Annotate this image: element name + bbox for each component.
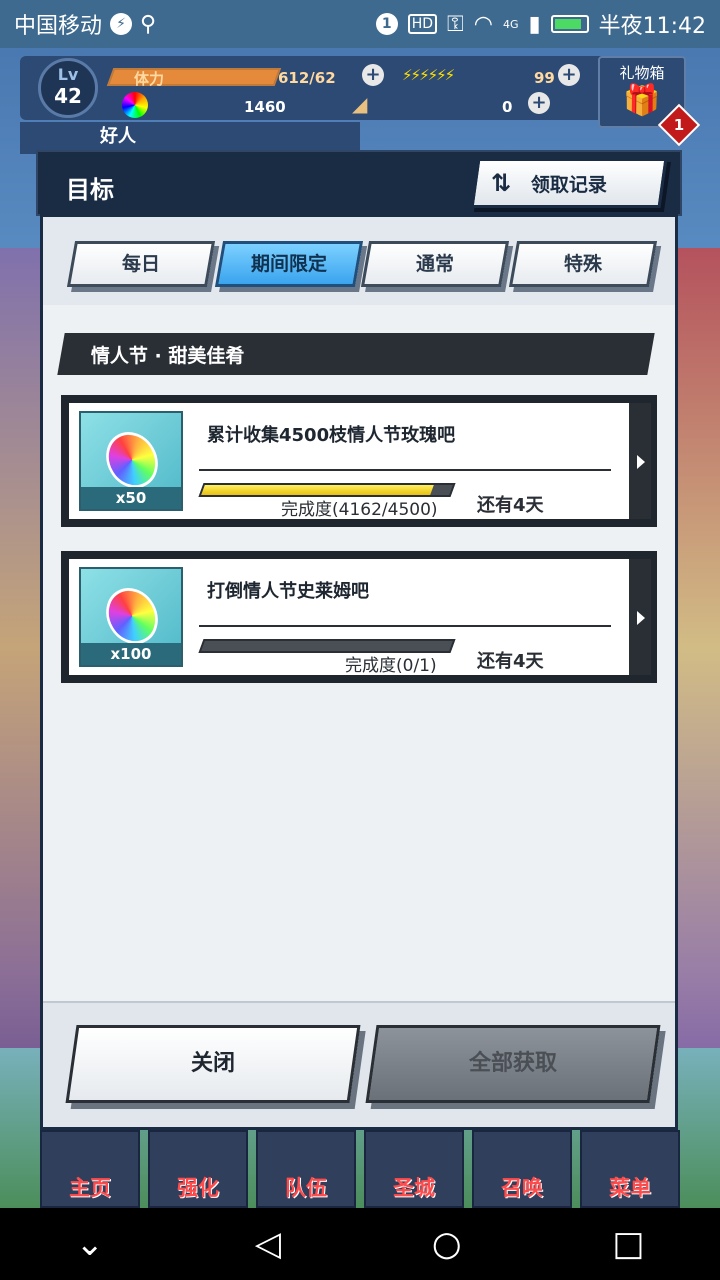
nav-holy-city[interactable]: 圣城 — [364, 1130, 464, 1208]
mission-item[interactable]: x50 累计收集4500枝情人节玫瑰吧 完成度(4162/4500) 还有4天 — [61, 395, 657, 527]
chevron-down-icon[interactable]: ⌄ — [75, 1224, 104, 1264]
chevron-right-icon[interactable] — [629, 559, 651, 675]
usb-icon: ⚲ — [140, 11, 157, 37]
reward-quantity: x50 — [81, 487, 181, 509]
progress-text: 完成度(4162/4500) — [281, 500, 438, 520]
nav-enhance[interactable]: 强化 — [148, 1130, 248, 1208]
chevron-right-icon[interactable] — [629, 403, 651, 519]
system-nav-bar: ⌄ ◁ ○ □ — [0, 1208, 720, 1280]
level-label: Lv — [57, 65, 79, 84]
claim-history-label: 领取记录 — [531, 173, 608, 196]
stamina-bar — [106, 68, 282, 86]
add-tickets-button[interactable]: + — [528, 92, 550, 114]
mission-card: x50 累计收集4500枝情人节玫瑰吧 完成度(4162/4500) 还有4天 — [69, 403, 629, 520]
divider — [199, 625, 611, 627]
mission-item[interactable]: x100 打倒情人节史莱姆吧 完成度(0/1) 还有4天 — [61, 551, 657, 683]
character-art-left — [0, 248, 40, 1048]
player-status-bar — [20, 56, 680, 120]
wifi-icon: ◠ — [473, 11, 493, 37]
stamina-label: 体力 — [134, 70, 165, 88]
refresh-icon: ⇅ — [491, 169, 512, 197]
bolt-value: 99 — [534, 69, 555, 87]
mission-tabs: 每日 期间限定 通常 特殊 — [43, 217, 675, 305]
home-icon[interactable]: ○ — [432, 1224, 462, 1264]
progress-fill — [201, 485, 435, 495]
reward-icon: x50 — [79, 411, 183, 511]
divider — [199, 469, 611, 471]
back-icon[interactable]: ◁ — [255, 1224, 281, 1264]
character-art-right — [678, 248, 720, 1048]
gift-box-label: 礼物箱 — [619, 64, 665, 82]
claim-history-button[interactable]: ⇅ 领取记录 — [470, 158, 668, 208]
mission-title: 打倒情人节史莱姆吧 — [207, 581, 369, 602]
claim-all-button[interactable]: 全部获取 — [365, 1025, 661, 1103]
recent-apps-icon[interactable]: □ — [612, 1224, 644, 1264]
nav-menu[interactable]: 菜单 — [580, 1130, 680, 1208]
add-bolts-button[interactable]: + — [558, 64, 580, 86]
level-badge: Lv 42 — [38, 58, 98, 118]
add-stamina-button[interactable]: + — [362, 64, 384, 86]
ticket-icon: ◢ — [352, 92, 368, 116]
status-bar: 中国移动 ⚡ ⚲ 1 HD ⚿ ◠ 4G ▮ 半夜11:42 — [0, 0, 720, 48]
sim-icon: 1 — [375, 13, 398, 35]
key-icon: ⚿ — [447, 11, 464, 37]
time-remaining: 还有4天 — [477, 651, 544, 672]
ticket-value: 0 — [502, 98, 513, 116]
mission-card: x100 打倒情人节史莱姆吧 完成度(0/1) 还有4天 — [69, 559, 629, 676]
gem-icon — [122, 92, 148, 118]
reward-icon: x100 — [79, 567, 183, 667]
mission-dialog: 目标 ⇅ 领取记录 每日 期间限定 通常 特殊 情人节 · 甜美佳肴 x50 累… — [36, 150, 682, 1130]
nav-team[interactable]: 队伍 — [256, 1130, 356, 1208]
section-title: 情人节 · 甜美佳肴 — [57, 333, 655, 375]
time-remaining: 还有4天 — [477, 495, 544, 516]
reward-quantity: x100 — [81, 643, 181, 665]
clock: 半夜11:42 — [598, 14, 706, 39]
progress-text: 完成度(0/1) — [345, 656, 437, 676]
gem-value: 1460 — [244, 98, 286, 116]
bolt-icons: ⚡⚡⚡⚡⚡⚡ — [402, 66, 455, 84]
gift-box-button[interactable]: 礼物箱 🎁 1 — [598, 56, 701, 147]
dialog-footer: 关闭 全部获取 — [43, 1001, 675, 1127]
tab-normal[interactable]: 通常 — [360, 241, 510, 287]
tab-special[interactable]: 特殊 — [508, 241, 658, 287]
game-bottom-nav: 主页 强化 队伍 圣城 召唤 菜单 — [40, 1130, 680, 1208]
tab-limited[interactable]: 期间限定 — [214, 241, 364, 287]
network-type: 4G — [502, 17, 519, 31]
stamina-value: 612/62 — [278, 69, 336, 87]
tab-daily[interactable]: 每日 — [66, 241, 216, 287]
nav-summon[interactable]: 召唤 — [472, 1130, 572, 1208]
dialog-body: 每日 期间限定 通常 特殊 情人节 · 甜美佳肴 x50 累计收集4500枝情人… — [40, 214, 678, 1130]
hd-icon: HD — [407, 14, 437, 34]
carrier-label: 中国移动 — [14, 14, 103, 39]
level-value: 42 — [54, 84, 82, 108]
battery-icon — [550, 15, 589, 33]
dialog-title: 目标 — [66, 176, 114, 204]
nav-home[interactable]: 主页 — [40, 1130, 140, 1208]
progress-fill — [201, 641, 205, 651]
mission-title: 累计收集4500枝情人节玫瑰吧 — [207, 425, 456, 446]
lightning-icon: ⚡ — [110, 13, 133, 35]
signal-icon: ▮ — [528, 11, 541, 37]
dialog-header: 目标 ⇅ 领取记录 — [36, 150, 682, 216]
close-button[interactable]: 关闭 — [65, 1025, 361, 1103]
